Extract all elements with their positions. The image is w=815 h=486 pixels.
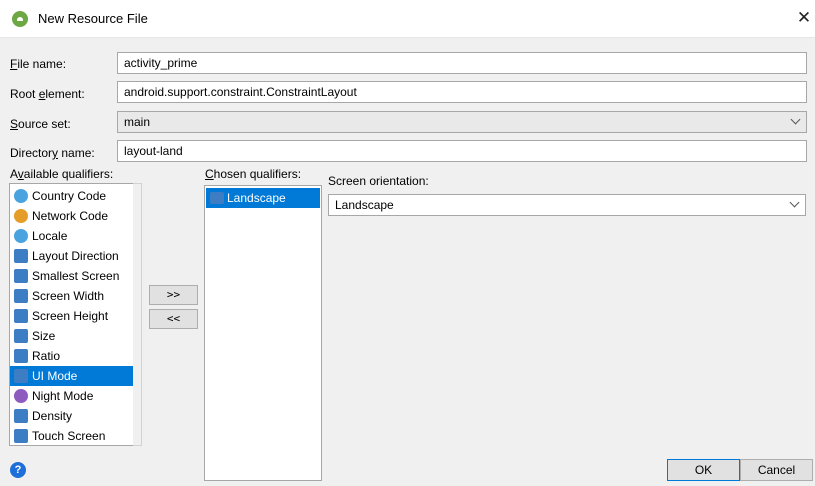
list-item-label: Smallest Screen — [32, 269, 120, 283]
layout-direction-icon — [14, 249, 28, 263]
list-item-label: Screen Height — [32, 309, 109, 323]
root-element-label: Root element: — [10, 87, 85, 101]
chosen-item-label: Landscape — [227, 191, 286, 205]
smallest-screen-icon — [14, 269, 28, 283]
night-mode-icon — [14, 389, 28, 403]
globe-icon — [14, 189, 28, 203]
chevron-down-icon — [789, 197, 800, 208]
list-item[interactable]: Touch Screen — [10, 426, 141, 445]
list-item-label: Density — [32, 409, 73, 423]
chosen-item-landscape[interactable]: Landscape — [206, 188, 320, 208]
list-item[interactable]: Density — [10, 406, 141, 426]
list-item[interactable]: Smallest Screen — [10, 266, 141, 286]
list-item-label: Night Mode — [32, 389, 94, 403]
source-set-value: main — [124, 115, 151, 129]
add-qualifier-button[interactable]: >> — [149, 285, 198, 305]
available-list-scrollbar[interactable] — [133, 183, 142, 446]
list-item[interactable]: Screen Width — [10, 286, 141, 306]
list-item[interactable]: Layout Direction — [10, 246, 141, 266]
title-bar: New Resource File ✕ — [0, 0, 815, 38]
list-item-label: Locale — [32, 229, 68, 243]
size-icon — [14, 329, 28, 343]
screen-orientation-dropdown[interactable]: Landscape — [328, 194, 806, 216]
list-item-label: Touch Screen — [32, 429, 106, 443]
list-item[interactable]: UI Mode — [10, 366, 141, 386]
available-qualifiers-label: Available qualifiers: — [10, 167, 114, 181]
list-item[interactable]: Ratio — [10, 346, 141, 366]
network-icon — [14, 209, 28, 223]
cancel-button[interactable]: Cancel — [740, 459, 813, 481]
list-item-label: Ratio — [32, 349, 61, 363]
file-name-label: File name: — [10, 57, 67, 71]
list-item[interactable]: Locale — [10, 226, 141, 246]
close-button[interactable]: ✕ — [793, 8, 815, 30]
list-item-label: Network Code — [32, 209, 109, 223]
landscape-icon — [210, 192, 224, 204]
density-icon — [14, 409, 28, 423]
screen-width-icon — [14, 289, 28, 303]
list-item-label: Screen Width — [32, 289, 105, 303]
android-studio-icon — [12, 11, 28, 27]
available-qualifiers-list[interactable]: Country Code Network Code Locale Layout Dir… — [9, 183, 142, 446]
chevron-down-icon — [790, 114, 801, 125]
file-name-field[interactable]: activity_prime — [117, 52, 807, 74]
ratio-icon — [14, 349, 28, 363]
root-element-field[interactable]: android.support.constraint.ConstraintLay… — [117, 81, 807, 103]
chosen-qualifiers-list[interactable]: Landscape — [204, 185, 322, 481]
list-item-label: Layout Direction — [32, 249, 119, 263]
list-item[interactable]: Country Code — [10, 186, 141, 206]
touch-screen-icon — [14, 429, 28, 443]
ok-button[interactable]: OK — [667, 459, 740, 481]
list-item-label: UI Mode — [32, 369, 78, 383]
chosen-qualifiers-label: Chosen qualifiers: — [205, 167, 302, 181]
list-item[interactable]: Night Mode — [10, 386, 141, 406]
dialog-body: File name: activity_prime Root element: … — [0, 38, 815, 486]
source-set-dropdown[interactable]: main — [117, 111, 807, 133]
directory-name-label: Directory name: — [10, 146, 95, 160]
screen-height-icon — [14, 309, 28, 323]
list-item[interactable]: Network Code — [10, 206, 141, 226]
screen-orientation-value: Landscape — [335, 198, 394, 212]
directory-name-field[interactable]: layout-land — [117, 140, 807, 162]
source-set-label: Source set: — [10, 117, 71, 131]
list-item-label: Country Code — [32, 189, 107, 203]
list-item[interactable]: Size — [10, 326, 141, 346]
remove-qualifier-button[interactable]: << — [149, 309, 198, 329]
screen-orientation-label: Screen orientation: — [328, 174, 429, 188]
help-icon[interactable]: ? — [10, 462, 26, 478]
list-item-label: Size — [32, 329, 56, 343]
locale-globe-icon — [14, 229, 28, 243]
list-item[interactable]: Screen Height — [10, 306, 141, 326]
dialog-title: New Resource File — [38, 11, 148, 26]
ui-mode-icon — [14, 369, 28, 383]
